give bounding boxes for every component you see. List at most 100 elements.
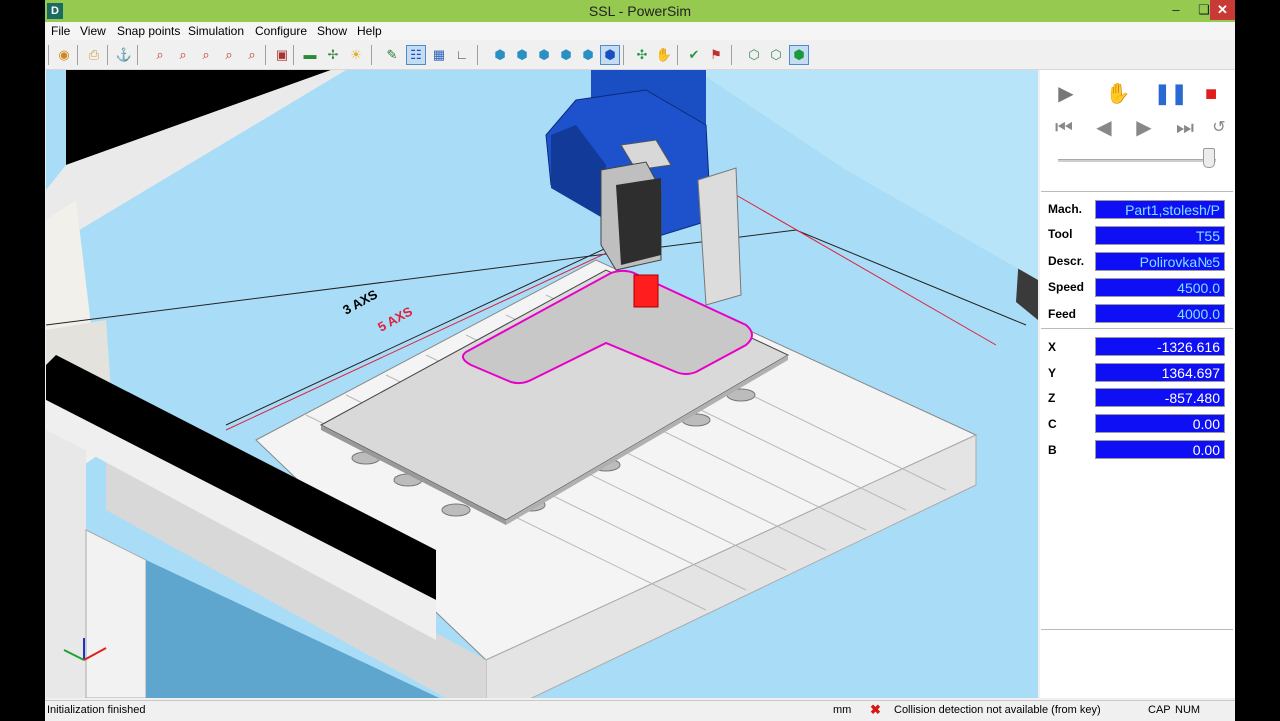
z-value: -857.480: [1095, 388, 1225, 407]
c-value: 0.00: [1095, 414, 1225, 433]
toolbar-separator: [48, 45, 49, 65]
view-front-icon[interactable]: ⬢: [491, 46, 509, 64]
step-forward-icon[interactable]: ▶: [1130, 114, 1158, 142]
panel-divider: [1041, 328, 1233, 329]
zoom-all-icon[interactable]: ⌕: [243, 46, 261, 64]
y-label: Y: [1048, 366, 1057, 380]
light-icon[interactable]: ☀: [347, 46, 365, 64]
menu-view[interactable]: View: [80, 24, 106, 38]
x-icon: ✖: [870, 702, 881, 717]
view-back-icon[interactable]: ⬢: [513, 46, 531, 64]
hidden-line-icon[interactable]: ⬡: [767, 46, 785, 64]
toolbar-separator: [623, 45, 624, 65]
speed-slider-track[interactable]: [1058, 159, 1216, 162]
fit-icon[interactable]: ▣: [273, 46, 291, 64]
y-value: 1364.697: [1095, 363, 1225, 382]
hand-icon[interactable]: ✋: [1104, 80, 1132, 108]
check-icon[interactable]: ✔: [685, 46, 703, 64]
3d-viewport[interactable]: 3 AXS 5 AXS: [46, 70, 1038, 698]
move-icon[interactable]: ✢: [324, 46, 342, 64]
collision-status: Collision detection not available (from …: [894, 704, 1101, 716]
toolbar-separator: [477, 45, 478, 65]
last-icon[interactable]: ⏭: [1171, 114, 1199, 142]
panel-divider: [1041, 629, 1233, 630]
view-left-icon[interactable]: ⬢: [535, 46, 553, 64]
close-button[interactable]: ✕: [1210, 0, 1235, 20]
mach-label: Mach.: [1048, 202, 1083, 216]
toolbar-separator: [371, 45, 372, 65]
zoom-out-icon[interactable]: ⌕: [197, 46, 215, 64]
speed-slider-thumb[interactable]: [1203, 148, 1215, 168]
machine-view-icon[interactable]: ☷: [406, 45, 426, 65]
pencil-icon[interactable]: ✎: [383, 46, 401, 64]
machine-scene: 3 AXS 5 AXS: [46, 70, 1038, 698]
step-back-icon[interactable]: ◀: [1090, 114, 1118, 142]
status-message: Initialization finished: [47, 704, 146, 716]
print-icon[interactable]: ⎙: [85, 46, 103, 64]
open-icon[interactable]: ◉: [55, 46, 73, 64]
descr-label: Descr.: [1048, 254, 1085, 268]
menu-show[interactable]: Show: [317, 24, 347, 38]
measure-icon[interactable]: ▦: [430, 46, 448, 64]
toolbar-separator: [293, 45, 294, 65]
speed-label: Speed: [1048, 280, 1085, 294]
wireframe-icon[interactable]: ⬡: [745, 46, 763, 64]
toolbar-separator: [137, 45, 138, 65]
view-top-icon[interactable]: ⬢: [579, 46, 597, 64]
app-window: D SSL - PowerSim – ❏ ✕ File View Snap po…: [45, 0, 1235, 721]
play-icon[interactable]: ▶: [1052, 80, 1080, 108]
menu-bar: File View Snap points Simulation Configu…: [45, 22, 1235, 40]
toolbar-separator: [107, 45, 108, 65]
tool-label: Tool: [1048, 227, 1073, 241]
b-value: 0.00: [1095, 440, 1225, 459]
window-title: SSL - PowerSim: [588, 3, 692, 19]
simulation-panel: ▶ ✋ ❚❚ ■ ⏮ ◀ ▶ ⏭ ↺ Mach. Part1,stolesh/P…: [1040, 70, 1235, 698]
tool-bit: [633, 274, 659, 308]
mach-value: Part1,stolesh/P: [1095, 200, 1225, 219]
num-indicator: NUM: [1175, 704, 1201, 716]
toolbar-separator: [77, 45, 78, 65]
pause-icon[interactable]: ❚❚: [1154, 80, 1188, 108]
toolbar: ◉ ⎙ ⚓ ⌕ ⌕ ⌕ ⌕ ⌕ ▣ ▬ ✢ ☀ ✎ ☷ ▦ ∟ ⬢ ⬢ ⬢ ⬢ …: [45, 40, 1235, 70]
3axs-label: 3 AXS: [340, 286, 380, 317]
feed-label: Feed: [1048, 307, 1077, 321]
menu-help[interactable]: Help: [357, 24, 382, 38]
feed-value: 4000.0: [1095, 304, 1225, 323]
descr-value: Polirovka№5: [1095, 252, 1225, 271]
zoom-window-icon[interactable]: ⌕: [174, 46, 192, 64]
caps-indicator: CAP: [1148, 704, 1171, 716]
5axs-label: 5 AXS: [375, 303, 415, 334]
stop-icon[interactable]: ■: [1197, 80, 1225, 108]
first-icon[interactable]: ⏮: [1050, 114, 1078, 142]
speed-value: 4500.0: [1095, 278, 1225, 297]
title-bar[interactable]: D SSL - PowerSim – ❏ ✕: [45, 0, 1235, 22]
rewind-icon[interactable]: ↺: [1205, 114, 1233, 142]
shaded-icon[interactable]: ⬢: [789, 45, 809, 65]
axis-icon[interactable]: ∟: [453, 46, 471, 64]
zoom-icon[interactable]: ⌕: [151, 46, 169, 64]
anchor-icon[interactable]: ⚓: [115, 46, 133, 64]
z-label: Z: [1048, 391, 1056, 405]
zoom-in-icon[interactable]: ⌕: [220, 46, 238, 64]
menu-configure[interactable]: Configure: [255, 24, 307, 38]
view-right-icon[interactable]: ⬢: [557, 46, 575, 64]
toolbar-separator: [731, 45, 732, 65]
menu-simulation[interactable]: Simulation: [188, 24, 244, 38]
toolbar-separator: [677, 45, 678, 65]
tool-guard: [697, 167, 742, 306]
b-label: B: [1048, 443, 1057, 457]
toolbar-separator: [265, 45, 266, 65]
view-iso-icon[interactable]: ⬢: [600, 45, 620, 65]
menu-file[interactable]: File: [51, 24, 70, 38]
units-indicator: mm: [833, 704, 852, 716]
tool-value: T55: [1095, 226, 1225, 245]
minimize-button[interactable]: –: [1163, 0, 1189, 20]
box-icon[interactable]: ▬: [301, 46, 319, 64]
rotate-icon[interactable]: ✣: [633, 46, 651, 64]
pan-hand-icon[interactable]: ✋: [655, 46, 673, 64]
menu-snap-points[interactable]: Snap points: [117, 24, 180, 38]
x-value: -1326.616: [1095, 337, 1225, 356]
status-bar: Initialization finished mm ✖ Collision d…: [45, 700, 1235, 721]
flag-icon[interactable]: ⚑: [707, 46, 725, 64]
screen-border: [1235, 0, 1280, 720]
